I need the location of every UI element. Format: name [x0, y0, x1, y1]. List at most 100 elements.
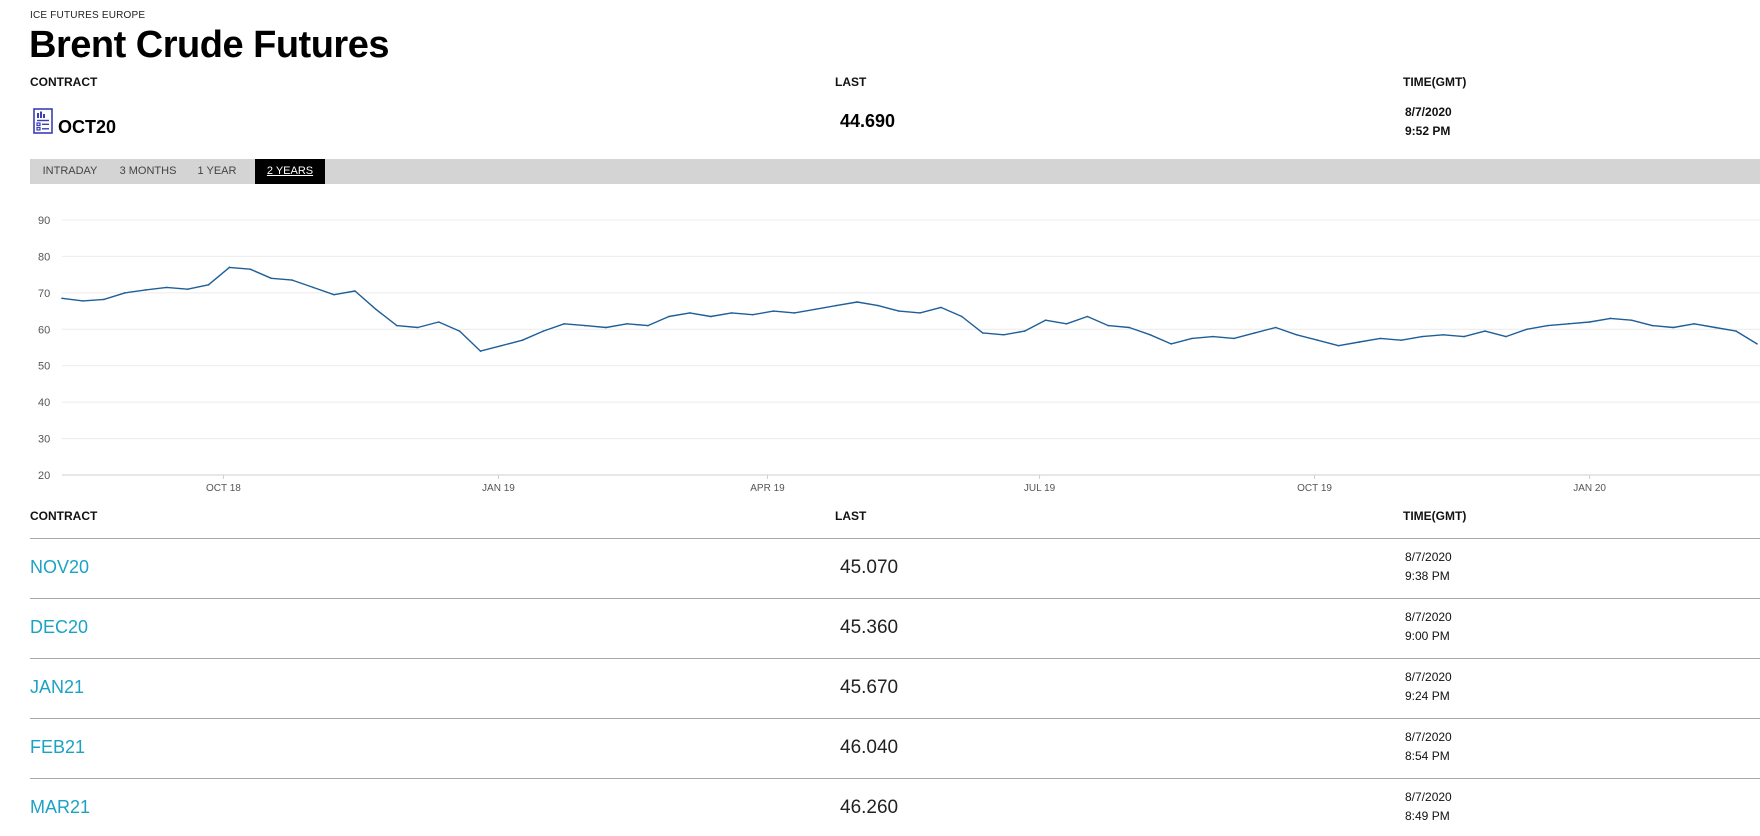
data-point: [458, 330, 461, 332]
data-point: [291, 279, 293, 281]
contract-link[interactable]: DEC20: [30, 617, 88, 638]
data-point: [437, 321, 440, 323]
data-point: [1672, 326, 1675, 329]
contract-link[interactable]: MAR21: [30, 797, 90, 818]
contract-last-price: 45.360: [840, 617, 899, 638]
data-point: [333, 293, 335, 296]
contract-link[interactable]: NOV20: [30, 557, 89, 578]
data-point: [1170, 343, 1172, 345]
data-point: [1756, 343, 1758, 345]
data-point: [542, 330, 545, 332]
contract-date-text: 8/7/2020: [1405, 790, 1452, 804]
data-point: [1735, 330, 1737, 332]
range-tab-bar: INTRADAY 3 MONTHS 1 YEAR 2 YEARS: [30, 159, 1760, 184]
contract-last-price: 45.670: [840, 677, 899, 698]
data-point: [898, 310, 900, 312]
time-column-header: TIME(GMT): [1403, 75, 1467, 89]
y-tick-label: 70: [38, 288, 50, 300]
y-tick-label: 60: [38, 324, 50, 336]
price-chart[interactable]: 90 80 70 60 50 40 30 20 OCT 18 JAN 19 APR 19 JUL 19…: [0, 190, 1760, 500]
data-point: [1484, 330, 1486, 332]
front-contract-date-text: 8/7/2020: [1405, 105, 1452, 119]
data-point: [1065, 323, 1068, 325]
data-point: [61, 297, 63, 300]
contract-link[interactable]: JAN21: [30, 677, 84, 698]
row-divider: [30, 778, 1760, 779]
tab-2-years[interactable]: 2 YEARS: [255, 159, 325, 184]
tab-1-year[interactable]: 1 YEAR: [192, 159, 242, 184]
tab-intraday[interactable]: INTRADAY: [35, 159, 105, 184]
table-contract-header: CONTRACT: [30, 509, 98, 523]
table-time-header: TIME(GMT): [1403, 509, 1467, 523]
data-point: [1693, 323, 1696, 325]
x-tick-label: OCT 18: [206, 483, 241, 494]
data-point: [605, 326, 607, 329]
data-point: [416, 326, 419, 329]
row-divider: [30, 658, 1760, 659]
document-chart-icon[interactable]: [33, 108, 53, 134]
row-divider: [30, 718, 1760, 719]
data-point: [270, 277, 273, 280]
data-point: [584, 324, 586, 327]
data-point: [521, 339, 524, 342]
data-point: [793, 312, 796, 314]
y-tick-label: 50: [38, 361, 50, 373]
data-point: [1630, 319, 1633, 321]
data-point: [1253, 332, 1256, 334]
y-tick-label: 90: [38, 215, 50, 227]
contract-time: 8/7/2020 9:00 PM: [1405, 608, 1452, 646]
data-point: [1128, 326, 1131, 329]
data-point: [1233, 337, 1235, 340]
contract-time: 8/7/2020 8:49 PM: [1405, 788, 1452, 826]
data-point: [1463, 335, 1465, 338]
front-contract-time: 8/7/2020 9:52 PM: [1405, 103, 1452, 141]
front-contract-time-text: 9:52 PM: [1405, 124, 1451, 138]
data-point: [500, 344, 503, 347]
data-point: [1651, 324, 1654, 327]
data-point: [1274, 326, 1277, 329]
data-point: [1212, 335, 1214, 338]
data-point: [709, 315, 712, 318]
x-tick-label: JAN 20: [1573, 483, 1606, 494]
data-point: [1086, 315, 1089, 318]
data-point: [1442, 333, 1444, 336]
data-point: [563, 323, 566, 325]
data-point: [1337, 344, 1340, 347]
contract-last-price: 45.070: [840, 557, 899, 578]
data-point: [396, 324, 398, 327]
data-point: [1295, 333, 1298, 336]
data-point: [228, 266, 231, 269]
data-point: [1567, 323, 1570, 325]
data-point: [207, 284, 210, 286]
front-contract-last-price: 44.690: [840, 111, 896, 131]
x-tick-label: APR 19: [750, 483, 785, 494]
data-point: [730, 312, 733, 314]
data-point: [856, 301, 858, 303]
data-point: [354, 290, 356, 292]
y-tick-label: 80: [38, 251, 50, 263]
data-point: [123, 292, 126, 294]
table-header-divider: [30, 538, 1760, 539]
tab-3-months[interactable]: 3 MONTHS: [114, 159, 182, 184]
table-last-header: LAST: [835, 509, 867, 523]
data-point: [1002, 333, 1005, 336]
data-point: [1149, 333, 1151, 336]
contract-link[interactable]: FEB21: [30, 737, 85, 758]
contract-time: 8/7/2020 9:24 PM: [1405, 668, 1452, 706]
contract-date-text: 8/7/2020: [1405, 670, 1452, 684]
data-point: [751, 313, 754, 316]
data-point: [1714, 326, 1716, 329]
data-point: [981, 332, 984, 334]
contract-time: 8/7/2020 8:54 PM: [1405, 728, 1452, 766]
x-tick-label: JUL 19: [1024, 483, 1056, 494]
page-title: Brent Crude Futures: [29, 24, 389, 66]
data-point: [165, 286, 168, 289]
row-divider: [30, 598, 1760, 599]
data-point: [1316, 339, 1319, 342]
data-point: [1400, 339, 1403, 342]
data-point: [103, 298, 105, 301]
y-tick-label: 30: [38, 434, 50, 446]
data-point: [940, 306, 942, 309]
contract-date-text: 8/7/2020: [1405, 610, 1452, 624]
data-point: [1526, 328, 1528, 331]
